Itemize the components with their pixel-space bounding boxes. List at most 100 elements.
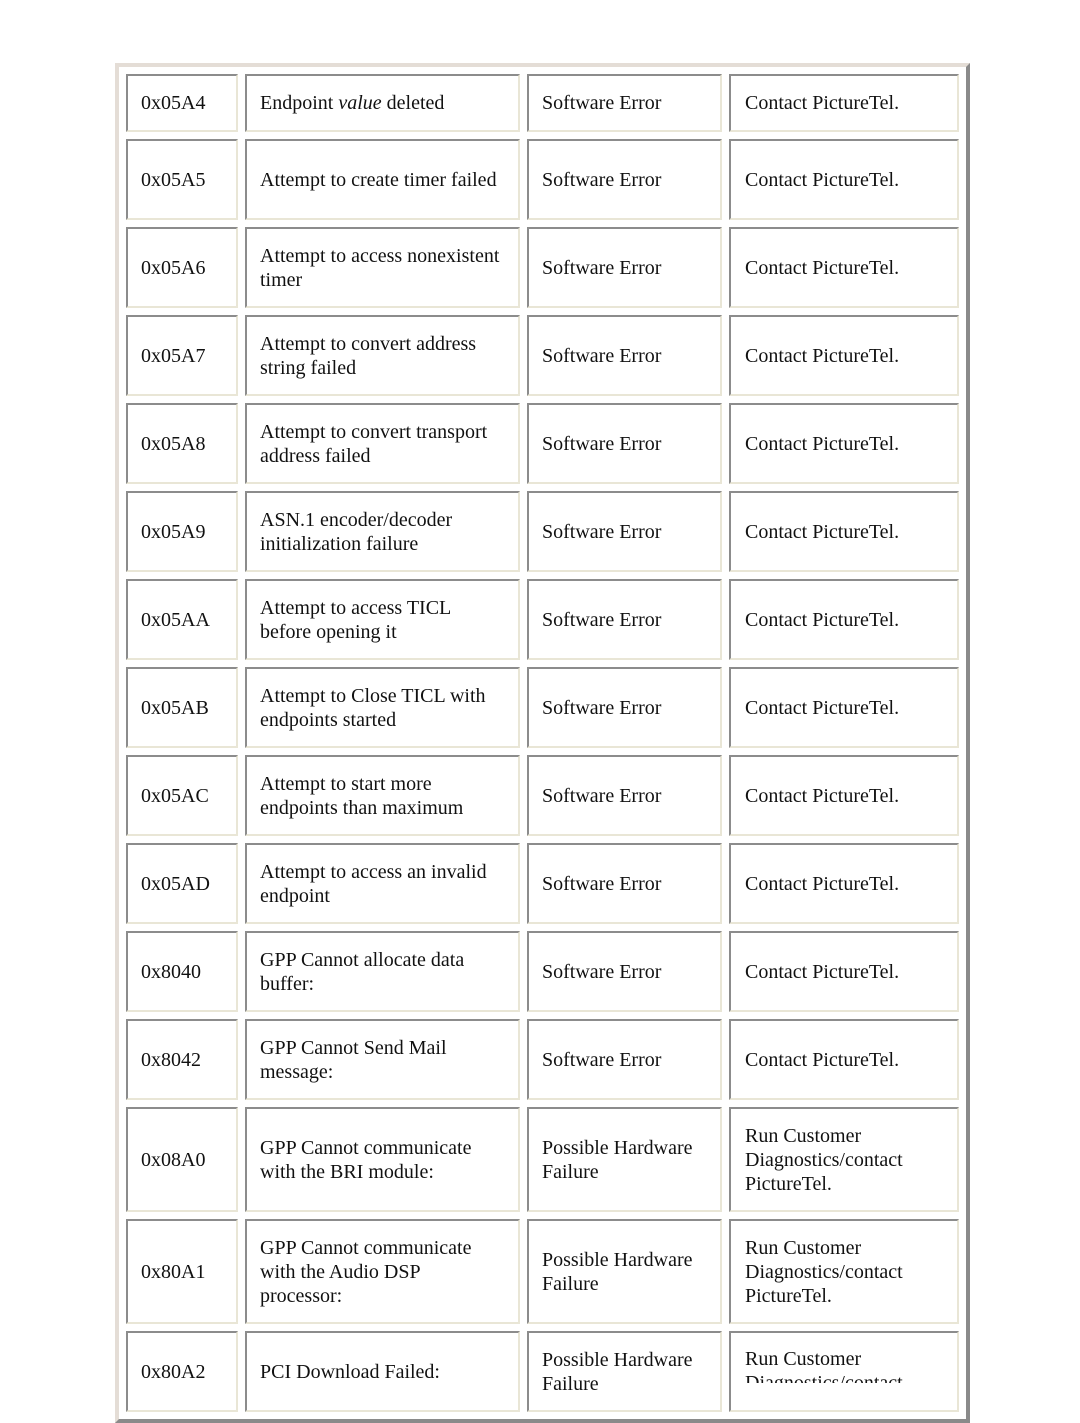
error-type: Software Error	[542, 696, 662, 719]
error-type: Software Error	[542, 872, 662, 895]
action-cell: Contact PictureTel.	[729, 491, 959, 572]
error-code: 0x8042	[141, 1048, 201, 1071]
description-cell: Attempt to Close TICL with endpoints sta…	[245, 667, 520, 748]
action-cell: Contact PictureTel.	[729, 403, 959, 484]
action-text: Contact PictureTel.	[745, 872, 900, 895]
error-type-cell: Software Error	[527, 403, 722, 484]
description-text: Attempt to start more endpoints than max…	[260, 772, 464, 819]
error-type: Software Error	[542, 1048, 662, 1071]
action-text-clipped: Run Customer Diagnostics/contact Picture…	[745, 1347, 944, 1383]
description-emphasis: value	[338, 92, 382, 114]
action-text: Run Customer Diagnostics/contact Picture…	[745, 1347, 903, 1383]
error-type: Possible Hardware Failure	[542, 1248, 693, 1295]
action-text: Contact PictureTel.	[745, 432, 900, 455]
error-code-cell: 0x05AC	[126, 755, 238, 836]
error-type: Possible Hardware Failure	[542, 1348, 693, 1395]
description-cell: Endpoint value deleted	[245, 74, 520, 132]
description-text: GPP Cannot Send Mail message:	[260, 1036, 447, 1083]
action-text: Contact PictureTel.	[745, 784, 900, 807]
error-code-cell: 0x05A4	[126, 74, 238, 132]
table-row: 0x05A7 Attempt to convert address string…	[126, 315, 959, 396]
description-cell: Attempt to access TICL before opening it	[245, 579, 520, 660]
description-text: GPP Cannot communicate with the BRI modu…	[260, 1136, 472, 1183]
description-cell: GPP Cannot allocate data buffer:	[245, 931, 520, 1012]
error-type: Software Error	[542, 168, 662, 191]
action-text: Contact PictureTel.	[745, 344, 900, 367]
action-cell: Contact PictureTel.	[729, 315, 959, 396]
table-row: 0x8040 GPP Cannot allocate data buffer: …	[126, 931, 959, 1012]
error-type-cell: Software Error	[527, 139, 722, 220]
description-text: Attempt to access an invalid endpoint	[260, 860, 487, 907]
error-code: 0x08A0	[141, 1148, 206, 1171]
action-text: Run Customer Diagnostics/contact Picture…	[745, 1236, 903, 1307]
error-code-cell: 0x8040	[126, 931, 238, 1012]
error-code: 0x05A6	[141, 256, 206, 279]
error-code-cell: 0x05AB	[126, 667, 238, 748]
action-cell: Contact PictureTel.	[729, 1019, 959, 1100]
description-text: Attempt to Close TICL with endpoints sta…	[260, 684, 486, 731]
action-text: Run Customer Diagnostics/contact Picture…	[745, 1124, 903, 1195]
error-code-cell: 0x05AD	[126, 843, 238, 924]
description-cell: Attempt to access an invalid endpoint	[245, 843, 520, 924]
error-code-table: 0x05A4 Endpoint value deleted Software E…	[115, 63, 970, 1423]
error-code-cell: 0x05A8	[126, 403, 238, 484]
action-cell: Run Customer Diagnostics/contact Picture…	[729, 1219, 959, 1324]
error-type: Software Error	[542, 256, 662, 279]
description-cell: GPP Cannot communicate with the Audio DS…	[245, 1219, 520, 1324]
error-code-cell: 0x05A5	[126, 139, 238, 220]
error-code-table-body: 0x05A4 Endpoint value deleted Software E…	[126, 74, 959, 1412]
description-text: PCI Download Failed:	[260, 1360, 440, 1383]
error-code: 0x80A1	[141, 1260, 206, 1283]
error-type-cell: Possible Hardware Failure	[527, 1331, 722, 1412]
action-cell: Contact PictureTel.	[729, 667, 959, 748]
table-row: 0x05AD Attempt to access an invalid endp…	[126, 843, 959, 924]
error-type: Software Error	[542, 608, 662, 631]
error-type-cell: Software Error	[527, 491, 722, 572]
action-text: Contact PictureTel.	[745, 520, 900, 543]
description-cell: Attempt to create timer failed	[245, 139, 520, 220]
action-cell: Run Customer Diagnostics/contact Picture…	[729, 1331, 959, 1412]
description-text: ASN.1 encoder/decoder initialization fai…	[260, 508, 453, 555]
action-text: Contact PictureTel.	[745, 696, 900, 719]
table-row: 0x05A5 Attempt to create timer failed So…	[126, 139, 959, 220]
error-code: 0x05AC	[141, 784, 209, 807]
error-type-cell: Software Error	[527, 315, 722, 396]
error-type-cell: Software Error	[527, 931, 722, 1012]
error-type: Possible Hardware Failure	[542, 1136, 693, 1183]
description-cell: Attempt to convert address string failed	[245, 315, 520, 396]
action-text: Contact PictureTel.	[745, 1048, 900, 1071]
action-cell: Contact PictureTel.	[729, 755, 959, 836]
table-row: 0x05AA Attempt to access TICL before ope…	[126, 579, 959, 660]
table-row: 0x08A0 GPP Cannot communicate with the B…	[126, 1107, 959, 1212]
action-cell: Contact PictureTel.	[729, 579, 959, 660]
error-code: 0x05A8	[141, 432, 206, 455]
table-row: 0x05A9 ASN.1 encoder/decoder initializat…	[126, 491, 959, 572]
action-cell: Contact PictureTel.	[729, 843, 959, 924]
table-row: 0x05A8 Attempt to convert transport addr…	[126, 403, 959, 484]
error-type-cell: Software Error	[527, 579, 722, 660]
table-row: 0x05A4 Endpoint value deleted Software E…	[126, 74, 959, 132]
action-cell: Contact PictureTel.	[729, 227, 959, 308]
error-code: 0x80A2	[141, 1360, 206, 1383]
description-text: GPP Cannot allocate data buffer:	[260, 948, 465, 995]
error-code: 0x05AA	[141, 608, 210, 631]
error-type-cell: Software Error	[527, 667, 722, 748]
error-type-cell: Software Error	[527, 227, 722, 308]
action-cell: Contact PictureTel.	[729, 74, 959, 132]
action-text: Contact PictureTel.	[745, 960, 900, 983]
error-type-cell: Software Error	[527, 1019, 722, 1100]
error-type: Software Error	[542, 344, 662, 367]
error-type-cell: Software Error	[527, 843, 722, 924]
error-code: 0x05A5	[141, 168, 206, 191]
table-row: 0x8042 GPP Cannot Send Mail message: Sof…	[126, 1019, 959, 1100]
description-cell: Attempt to access nonexistent timer	[245, 227, 520, 308]
description-text: GPP Cannot communicate with the Audio DS…	[260, 1236, 472, 1307]
action-text: Contact PictureTel.	[745, 92, 900, 114]
error-code-cell: 0x80A2	[126, 1331, 238, 1412]
table-row: 0x80A1 GPP Cannot communicate with the A…	[126, 1219, 959, 1324]
error-type: Software Error	[542, 520, 662, 543]
error-code: 0x8040	[141, 960, 201, 983]
action-cell: Contact PictureTel.	[729, 931, 959, 1012]
table-row: 0x80A2 PCI Download Failed: Possible Har…	[126, 1331, 959, 1412]
error-type-cell: Possible Hardware Failure	[527, 1219, 722, 1324]
